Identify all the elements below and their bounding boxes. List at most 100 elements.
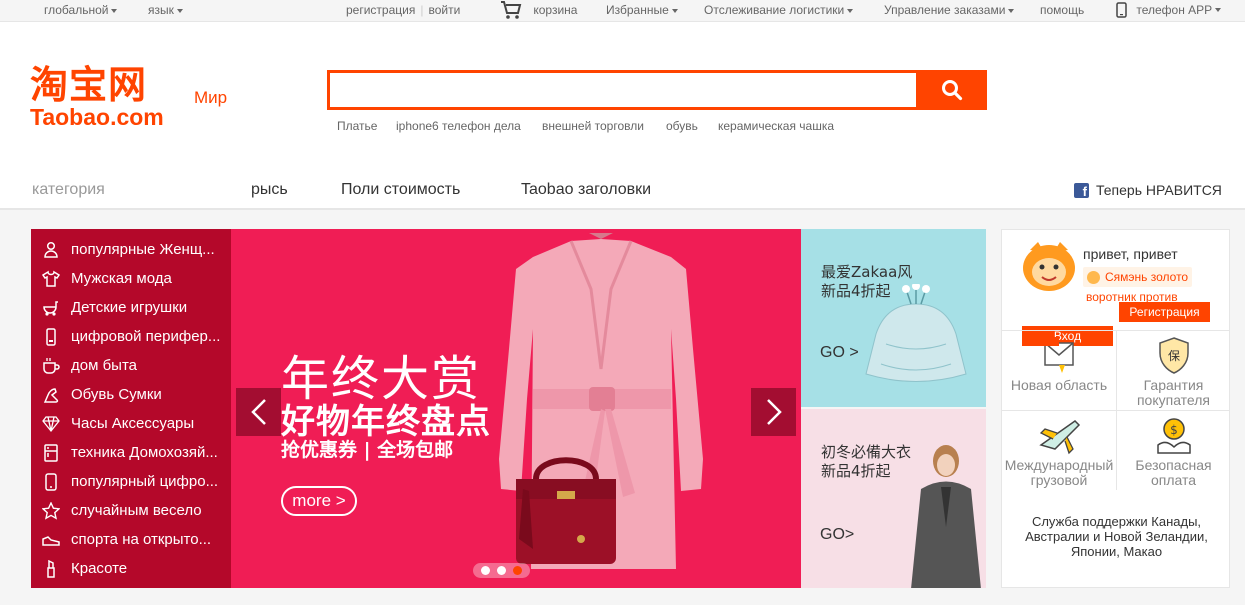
star-icon [41,501,61,521]
category-item[interactable]: Обувь Сумки [31,380,231,409]
category-item[interactable]: техника Домохозяй... [31,438,231,467]
category-label: Красоте [71,560,128,577]
hot-search-link[interactable]: обувь [666,119,698,133]
category-label: Часы Аксессуары [71,415,195,432]
category-sidebar: популярные Женщ... Мужская мода Детские … [31,229,231,588]
orders-dropdown[interactable]: Управление заказами [884,3,1015,17]
service-new-area[interactable]: Новая область [1002,330,1116,410]
category-item[interactable]: популярный цифро... [31,467,231,496]
category-item[interactable]: популярные Женщ... [31,235,231,264]
category-item[interactable]: Часы Аксессуары [31,409,231,438]
nav-item-poly-value[interactable]: Поли стоимость [341,181,460,199]
nav-category[interactable]: категория [32,181,105,199]
coin-icon [1087,270,1100,284]
cart-label: корзина [533,3,578,17]
new-icon [1002,331,1116,375]
hot-search-link[interactable]: Платье [337,119,377,133]
promo-go-link[interactable]: GO > [820,344,859,362]
phone-icon [41,327,61,347]
divider: | [420,3,424,17]
promo-line: 新品4折起 [821,462,891,480]
category-label: случайным весело [71,502,202,519]
greeting-text: привет, привет [1083,246,1178,262]
category-label: Мужская мода [71,270,172,287]
facebook-like-label: Теперь НРАВИТСЯ [1096,182,1222,198]
slide-dot[interactable] [496,566,506,575]
logo-chinese: 淘宝网 [30,63,148,107]
service-safe-payment[interactable]: $ Безопасная оплата [1116,410,1230,490]
register-link[interactable]: регистрация [346,3,415,17]
promo-line: 初冬必備大衣 [821,443,912,461]
auth-links: регистрация | войти [346,3,460,17]
cart-link[interactable]: корзина [500,0,577,20]
service-label: Международный грузовой [1004,457,1114,488]
category-item[interactable]: Детские игрушки [31,293,231,322]
support-text: Служба поддержки Канады, Австралии и Нов… [1025,514,1208,559]
favorites-dropdown[interactable]: Избранные [606,3,678,17]
search-icon [942,80,963,101]
slide-dot[interactable] [480,566,490,575]
facebook-like[interactable]: f Теперь НРАВИТСЯ [1074,182,1222,198]
search-input[interactable] [330,73,916,107]
hero-banner[interactable]: 年终大赏 好物年终盘点 抢优惠券 | 全场包邮 more > [231,229,801,588]
banner-prev-button[interactable] [236,388,281,436]
category-item[interactable]: дом быта [31,351,231,380]
gold-label: Сямэнь золото [1105,270,1189,284]
promo-tile[interactable]: 最爱Zakaa风 新品4折起 GO > [801,229,986,407]
hot-search-link[interactable]: керамическая чашка [718,119,834,133]
shoe-icon [41,385,61,405]
nav-item-headlines[interactable]: Taobao заголовки [521,181,651,199]
global-dropdown[interactable]: глобальной [44,3,118,17]
appliance-icon [41,443,61,463]
search-button[interactable] [917,70,987,110]
logo-english: Taobao.com [30,104,164,130]
handbag-image [516,457,616,564]
category-label: цифровой перифер... [71,328,221,345]
diamond-icon [41,414,61,434]
service-buyer-guarantee[interactable]: 保 Гарантия покупателя [1116,330,1230,410]
favorites-label: Избранные [606,3,669,17]
stroller-icon [41,298,61,318]
promo-go-link[interactable]: GO> [820,526,854,544]
taobao-logo[interactable]: 淘宝网 Taobao.com [30,66,164,129]
tracking-label: Отслеживание логистики [704,3,845,17]
user-panel: привет, привет Сямэнь золото воротник пр… [1001,229,1230,588]
login-link[interactable]: войти [428,3,460,17]
banner-pagination [473,563,530,578]
phone-app-dropdown[interactable]: телефон APP [1116,2,1222,18]
banner-more-button[interactable]: more > [281,486,357,516]
slide-dot-active[interactable] [513,566,523,575]
orders-label: Управление заказами [884,3,1006,17]
category-item[interactable]: спорта на открыто... [31,525,231,554]
register-button[interactable]: Регистрация [1119,302,1210,322]
avatar [1023,242,1075,291]
nav-item-lynx[interactable]: рысь [251,181,288,199]
tracking-dropdown[interactable]: Отслеживание логистики [704,3,854,17]
chevron-left-icon [250,399,266,425]
header: 淘宝网 Taobao.com Мир Платье iphone6 телефо… [0,22,1245,172]
search-box [327,70,919,110]
category-label: популярный цифро... [71,473,219,490]
promo-line: 最爱Zakaa风 [821,263,913,281]
plane-icon [1002,411,1116,455]
hot-search-link[interactable]: iphone6 телефон дела [396,119,521,133]
caret-down-icon [1008,8,1015,13]
caret-down-icon [176,8,183,13]
category-item[interactable]: Красоте [31,554,231,583]
shirt-icon [41,269,61,289]
service-international-cargo[interactable]: Международный грузовой [1002,410,1116,490]
hot-search-link[interactable]: внешней торговли [542,119,644,133]
service-label: Безопасная оплата [1135,457,1212,488]
promo-tile[interactable]: 初冬必備大衣 新品4折起 GO> [801,409,986,588]
gold-badge[interactable]: Сямэнь золото [1083,267,1193,287]
top-bar: глобальной язык регистрация | войти корзин… [0,0,1245,22]
category-item[interactable]: Мужская мода [31,264,231,293]
category-item[interactable]: случайным весело [31,496,231,525]
banner-next-button[interactable] [751,388,796,436]
main-nav: категория рысь Поли стоимость Taobao заг… [0,172,1245,210]
language-dropdown[interactable]: язык [148,3,183,17]
category-item[interactable]: цифровой перифер... [31,322,231,351]
help-link[interactable]: помощь [1040,3,1084,17]
facebook-icon: f [1074,182,1089,198]
logo-region: Мир [194,88,228,107]
